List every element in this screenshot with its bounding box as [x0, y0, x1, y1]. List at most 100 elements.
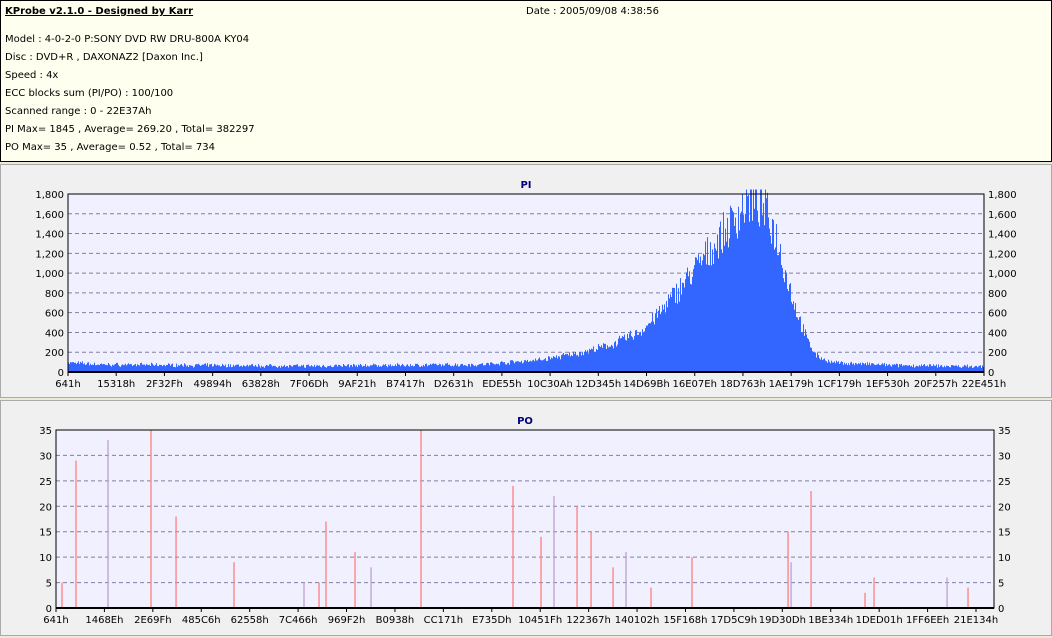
pi-bar — [115, 364, 116, 372]
y-tick-right: 1,600 — [988, 210, 1017, 221]
y-tick-right: 1,400 — [988, 230, 1017, 241]
pi-bar — [478, 364, 479, 372]
pi-bar — [90, 363, 91, 372]
pi-bar — [923, 364, 924, 372]
pi-bar — [131, 364, 132, 372]
pi-bar — [628, 338, 629, 372]
pi-bar — [649, 322, 650, 372]
pi-bar — [538, 358, 539, 372]
pi-bar — [724, 245, 725, 372]
pi-bar — [767, 192, 768, 372]
pi-bar — [878, 363, 879, 372]
pi-bar — [125, 363, 126, 372]
pi-bar — [748, 194, 749, 372]
pi-bar — [573, 351, 574, 372]
pi-bar — [894, 364, 895, 372]
pi-bar — [577, 354, 578, 372]
y-tick-right: 800 — [988, 289, 1007, 300]
pi-bar — [811, 347, 812, 372]
pi-bar — [71, 362, 72, 372]
pi-bar — [141, 362, 142, 372]
pi-bar — [228, 364, 229, 372]
pi-bar — [148, 365, 149, 372]
pi-bar — [653, 321, 654, 372]
x-tick-label: 21E134h — [954, 615, 998, 626]
pi-bar — [842, 361, 843, 372]
pi-bar — [533, 359, 534, 372]
pi-bar — [471, 363, 472, 372]
pi-bar — [799, 317, 800, 372]
pi-bar — [609, 346, 610, 372]
pi-bar — [351, 364, 352, 372]
pi-bar — [785, 270, 786, 372]
pi-bar — [982, 365, 983, 372]
pi-bar — [768, 217, 769, 372]
pi-chart: PI 0 0 200 200 400 400 600 600 800 800 1,000 1,000 1,… — [35, 180, 1017, 390]
x-tick-label: 7C466h — [279, 615, 318, 626]
pi-bar — [803, 324, 804, 372]
pi-bar — [519, 361, 520, 372]
pi-bar — [796, 317, 797, 372]
pi-bar — [710, 242, 711, 372]
pi-bar — [721, 249, 722, 372]
pi-bar — [674, 287, 675, 372]
pi-bar — [116, 362, 117, 372]
pi-bar — [605, 343, 606, 372]
pi-bar — [555, 357, 556, 372]
x-tick-label: 1FF6EEh — [906, 615, 949, 626]
pi-bar — [106, 364, 107, 372]
pi-bar — [857, 364, 858, 372]
pi-bar — [416, 363, 417, 372]
pi-bar — [514, 363, 515, 372]
x-tick-label: EDE55h — [482, 379, 521, 390]
pi-bar — [258, 364, 259, 372]
pi-bar — [435, 363, 436, 372]
pi-bar — [551, 357, 552, 372]
pi-bar — [755, 189, 756, 372]
pi-bar — [643, 332, 644, 372]
pi-bar — [663, 309, 664, 372]
pi-bar — [401, 365, 402, 372]
pi-bar — [793, 301, 794, 372]
y-tick-right: 400 — [988, 328, 1007, 339]
pi-bar — [86, 364, 87, 372]
pi-bar — [565, 353, 566, 372]
pi-bar — [198, 363, 199, 372]
pi-bar — [648, 323, 649, 372]
pi-bar — [492, 363, 493, 372]
pi-bar — [619, 335, 620, 372]
pi-bar — [607, 345, 608, 372]
pi-bar — [479, 364, 480, 372]
pi-bar — [383, 364, 384, 372]
pi-bar — [626, 340, 627, 372]
pi-bar — [899, 364, 900, 372]
pi-bar — [612, 345, 613, 372]
pi-bar — [869, 362, 870, 372]
pi-bar — [660, 314, 661, 372]
pi-bar — [905, 364, 906, 372]
pi-bar — [595, 351, 596, 372]
pi-bar — [873, 363, 874, 372]
x-tick-label: 18D763h — [720, 379, 766, 390]
pi-bar — [828, 359, 829, 372]
pi-bar — [574, 353, 575, 372]
pi-bar — [662, 304, 663, 372]
pi-bar — [758, 222, 759, 372]
pi-bar — [846, 363, 847, 372]
pi-bar — [787, 288, 788, 372]
pi-bar — [630, 330, 631, 372]
pi-bar — [700, 256, 701, 372]
pi-bar — [343, 364, 344, 372]
pi-bar — [642, 329, 643, 372]
pi-bar — [516, 361, 517, 372]
pi-bar — [717, 234, 718, 372]
y-tick-left: 1,200 — [35, 249, 64, 260]
po-chart-panel: PO 0 0 5 5 10 10 15 15 20 20 25 25 30 30 35 35 641h 1468Eh… — [0, 400, 1052, 636]
pi-bar — [930, 364, 931, 372]
pi-bar — [620, 338, 621, 372]
pi-bar — [687, 267, 688, 372]
pi-bar — [180, 364, 181, 372]
pi-bar — [865, 362, 866, 372]
pi-bar — [384, 365, 385, 372]
pi-bar — [604, 343, 605, 372]
